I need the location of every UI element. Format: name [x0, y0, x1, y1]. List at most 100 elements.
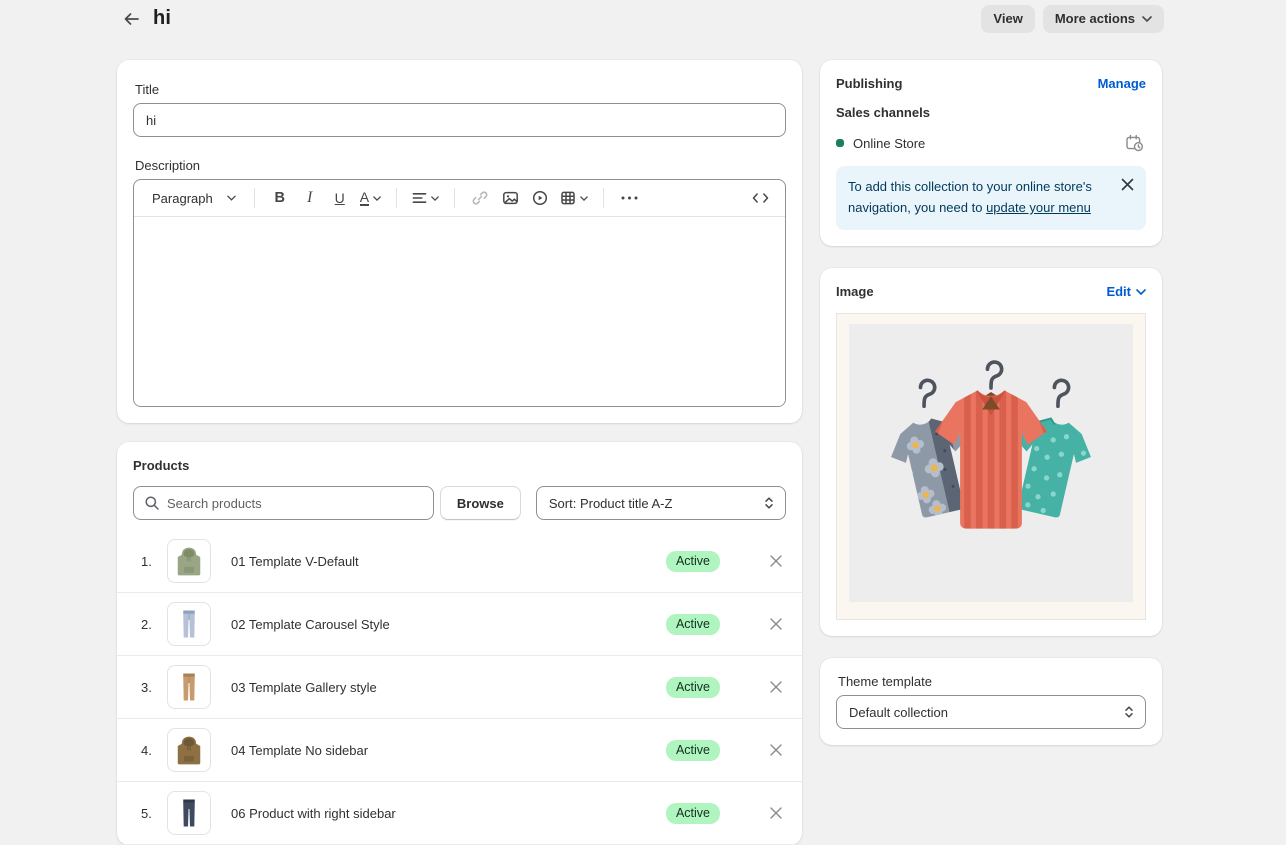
editor-toolbar: Paragraph B I U A: [134, 180, 785, 217]
publishing-heading: Publishing: [836, 76, 902, 91]
paragraph-style-dropdown[interactable]: Paragraph: [146, 184, 242, 212]
close-icon: [770, 681, 782, 693]
product-thumbnail: [167, 728, 211, 772]
product-name-link[interactable]: 01 Template V-Default: [231, 554, 666, 569]
updown-stepper-icon: [763, 496, 775, 510]
channel-row: Online Store: [836, 132, 1146, 154]
search-products-input[interactable]: [167, 496, 423, 511]
page-header: hi View More actions: [0, 0, 1286, 37]
product-rows: 1. 01 Template V-Default Active 2. 02 Te…: [117, 530, 802, 845]
remove-product-button[interactable]: [764, 738, 788, 762]
publishing-card: Publishing Manage Sales channels Online …: [820, 60, 1162, 246]
calendar-clock-icon: [1125, 134, 1144, 152]
product-index: 1.: [141, 554, 167, 569]
sales-channels-heading: Sales channels: [836, 105, 1146, 120]
video-play-icon: [532, 190, 548, 206]
code-view-button[interactable]: [747, 184, 773, 212]
product-index: 5.: [141, 806, 167, 821]
remove-product-button[interactable]: [764, 801, 788, 825]
product-row: 3. 03 Template Gallery style Active: [117, 656, 802, 719]
remove-product-button[interactable]: [764, 612, 788, 636]
close-icon: [770, 744, 782, 756]
product-row: 5. 06 Product with right sidebar Active: [117, 782, 802, 845]
product-thumbnail: [167, 665, 211, 709]
chevron-down-icon: [227, 195, 236, 201]
product-name-link[interactable]: 06 Product with right sidebar: [231, 806, 666, 821]
toolbar-divider: [396, 188, 397, 208]
chevron-down-icon: [431, 196, 439, 201]
alignment-button[interactable]: [409, 184, 442, 212]
toolbar-divider: [454, 188, 455, 208]
status-badge: Active: [666, 551, 720, 572]
page-title: hi: [153, 7, 171, 30]
theme-template-card: Theme template Default collection: [820, 658, 1162, 745]
shirts-illustration: [849, 324, 1133, 602]
toolbar-divider: [254, 188, 255, 208]
text-color-icon: A: [360, 190, 369, 207]
collection-image[interactable]: [836, 313, 1146, 620]
status-badge: Active: [666, 803, 720, 824]
theme-template-select[interactable]: Default collection: [836, 695, 1146, 729]
status-badge: Active: [666, 740, 720, 761]
image-heading: Image: [836, 284, 874, 299]
back-button[interactable]: [119, 7, 144, 31]
status-badge: Active: [666, 614, 720, 635]
more-actions-button[interactable]: More actions: [1043, 5, 1164, 33]
header-actions: View More actions: [981, 5, 1164, 33]
product-thumbnail: [167, 791, 211, 835]
banner-close-button[interactable]: [1118, 175, 1137, 194]
product-index: 2.: [141, 617, 167, 632]
image-icon: [502, 190, 519, 206]
italic-button[interactable]: I: [297, 184, 323, 212]
chevron-down-icon: [373, 196, 381, 201]
sort-select[interactable]: Sort: Product title A-Z: [536, 486, 786, 520]
product-name-link[interactable]: 04 Template No sidebar: [231, 743, 666, 758]
update-menu-link[interactable]: update your menu: [986, 200, 1091, 215]
browse-button[interactable]: Browse: [440, 486, 521, 520]
text-color-button[interactable]: A: [357, 184, 384, 212]
product-thumbnail: [167, 539, 211, 583]
link-icon: [472, 190, 488, 206]
search-products-field: [133, 486, 434, 520]
title-label: Title: [135, 82, 786, 97]
product-name-link[interactable]: 03 Template Gallery style: [231, 680, 666, 695]
image-card: Image Edit: [820, 268, 1162, 636]
close-icon: [770, 618, 782, 630]
close-icon: [770, 555, 782, 567]
bold-button[interactable]: B: [267, 184, 293, 212]
remove-product-button[interactable]: [764, 549, 788, 573]
description-label: Description: [135, 158, 786, 173]
bold-icon: B: [274, 190, 284, 206]
chevron-down-icon: [1142, 16, 1152, 22]
product-row: 1. 01 Template V-Default Active: [117, 530, 802, 593]
products-card: Products Browse Sort: Product title A-Z: [117, 442, 802, 845]
code-icon: [752, 191, 769, 205]
ellipsis-icon: [621, 196, 638, 200]
italic-icon: I: [307, 189, 312, 207]
insert-video-button[interactable]: [527, 184, 553, 212]
view-button[interactable]: View: [981, 5, 1034, 33]
chevron-down-icon: [580, 196, 588, 201]
link-button[interactable]: [467, 184, 493, 212]
product-index: 3.: [141, 680, 167, 695]
underline-button[interactable]: U: [327, 184, 353, 212]
description-content[interactable]: [134, 217, 785, 406]
insert-table-button[interactable]: [557, 184, 591, 212]
details-card: Title Description Paragraph B I U: [117, 60, 802, 423]
description-editor: Paragraph B I U A: [133, 179, 786, 407]
insert-image-button[interactable]: [497, 184, 523, 212]
edit-image-dropdown[interactable]: Edit: [1106, 284, 1146, 299]
title-input[interactable]: [133, 103, 786, 137]
schedule-publish-button[interactable]: [1123, 132, 1146, 154]
underline-icon: U: [335, 190, 345, 206]
product-name-link[interactable]: 02 Template Carousel Style: [231, 617, 666, 632]
remove-product-button[interactable]: [764, 675, 788, 699]
close-icon: [770, 807, 782, 819]
manage-link[interactable]: Manage: [1098, 76, 1146, 91]
table-icon: [560, 190, 576, 206]
align-left-icon: [412, 191, 427, 205]
search-icon: [144, 495, 160, 511]
more-formatting-button[interactable]: [616, 184, 642, 212]
channel-label: Online Store: [853, 136, 1123, 151]
product-row: 2. 02 Template Carousel Style Active: [117, 593, 802, 656]
